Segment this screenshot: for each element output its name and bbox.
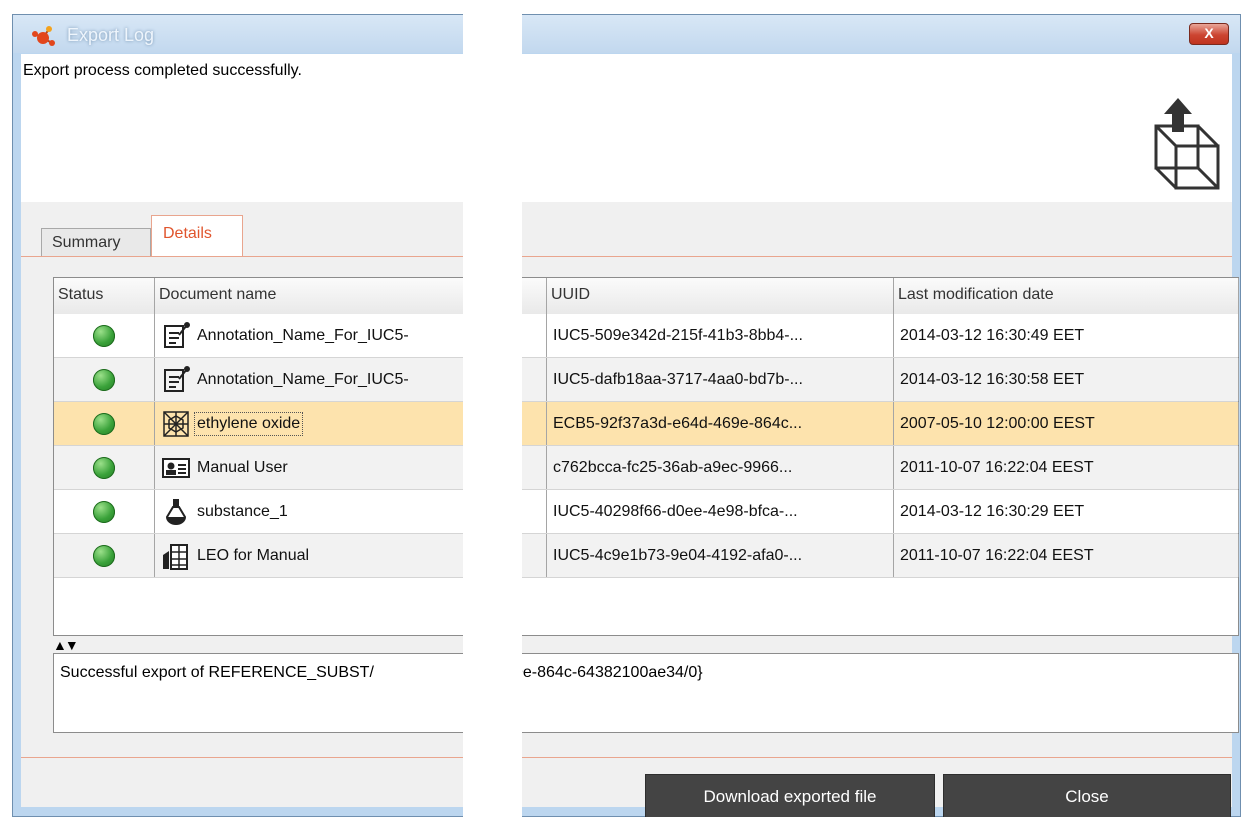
header-panel: Export process completed successfully.	[522, 54, 1232, 202]
status-cell	[54, 358, 155, 401]
last-modification-date-cell: 2011-10-07 16:22:04 EEST	[894, 534, 1239, 577]
success-check-icon	[93, 324, 115, 347]
document-name-cell: Manual User	[155, 446, 463, 489]
export-log-dialog: Export Log X Export process completed su…	[522, 14, 1241, 817]
right-screen-fragment: Export Log X Export process completed su…	[522, 14, 1241, 817]
export-log-message: Successful export of REFERENCE_SUBST/9e-…	[53, 653, 463, 733]
status-cell	[54, 490, 155, 533]
contact-card-icon	[162, 457, 190, 478]
document-name-cell: ethylene oxide	[522, 402, 547, 445]
download-exported-file-button[interactable]: Download exported file	[645, 774, 935, 817]
uuid-cell: IUC5-dafb18aa-3717-4aa0-bd7b-...	[547, 358, 894, 401]
column-header-uuid[interactable]: UUID	[547, 278, 894, 314]
last-modification-date-cell: 2007-05-10 12:00:00 EEST	[894, 402, 1239, 445]
status-cell	[54, 314, 155, 357]
table-row[interactable]: Manual User c762bcca-fc25-36ab-a9ec-9966…	[54, 446, 463, 490]
table-row[interactable]: ethylene oxide ECB5-92f37a3d-e64d-469e-8…	[522, 402, 1239, 446]
table-row[interactable]: ethylene oxide ECB5-92f37a3d-e64d-469e-8…	[54, 402, 463, 446]
header-panel: Export process completed successfully.	[21, 54, 463, 202]
document-name: Annotation_Name_For_IUC5-	[197, 370, 409, 388]
last-modification-date-cell: 2014-03-12 16:30:58 EET	[894, 358, 1239, 401]
uuid-cell: ECB5-92f37a3d-e64d-469e-864c...	[547, 402, 894, 445]
uuid-cell: IUC5-509e342d-215f-41b3-8bb4-...	[547, 314, 894, 357]
column-header-document-name[interactable]: Document name	[155, 278, 463, 314]
window-title: Export Log	[67, 25, 155, 45]
last-modification-date-cell: 2011-10-07 16:22:04 EEST	[894, 446, 1239, 489]
table-row[interactable]: substance_1 IUC5-40298f66-d0ee-4e98-bfca…	[54, 490, 463, 534]
document-name-cell: substance_1	[522, 490, 547, 533]
export-details-table: Status Document name UUID Last modificat…	[53, 277, 463, 636]
molecule-icon	[32, 26, 55, 46]
uuid-cell: IUC5-40298f66-d0ee-4e98-bfca-...	[547, 490, 894, 533]
tab-summary[interactable]: Summary	[41, 228, 151, 256]
annotation-icon	[164, 321, 190, 348]
last-modification-date-cell: 2014-03-12 16:30:49 EET	[894, 314, 1239, 357]
window-frame: Export Log X Export process completed su…	[522, 14, 1241, 817]
success-check-icon	[93, 412, 115, 435]
document-name-cell: Annotation_Name_For_IUC5-	[522, 358, 547, 401]
document-name-cell: Annotation_Name_For_IUC5-	[522, 314, 547, 357]
status-cell	[54, 446, 155, 489]
table-row[interactable]: Annotation_Name_For_IUC5- IUC5-dafb18aa-…	[54, 358, 463, 402]
title-bar[interactable]: Export Log X	[13, 15, 463, 53]
table-header: Status Document name UUID Last modificat…	[522, 278, 1239, 315]
success-check-icon	[93, 456, 115, 479]
status-cell	[54, 402, 155, 445]
uuid-cell: c762bcca-fc25-36ab-a9ec-9966...	[547, 446, 894, 489]
splitter-arrows[interactable]: ▲▼	[53, 637, 79, 653]
document-name: Annotation_Name_For_IUC5-	[197, 326, 409, 344]
column-header-status[interactable]: Status	[54, 278, 155, 314]
export-log-dialog: Export Log X Export process completed su…	[12, 14, 463, 817]
document-name-cell: Annotation_Name_For_IUC5-	[155, 358, 463, 401]
log-text-right: 9e-864c-64382100ae34/0}	[522, 664, 703, 681]
column-header-document-name[interactable]: Document name	[522, 278, 547, 314]
table-header: Status Document name UUID Last modificat…	[54, 278, 463, 315]
details-panel: Status Document name UUID Last modificat…	[21, 256, 463, 758]
document-name: Manual User	[197, 458, 288, 476]
success-check-icon	[93, 544, 115, 567]
log-text-left: Successful export of REFERENCE_SUBST/	[60, 664, 374, 681]
success-check-icon	[93, 368, 115, 391]
table-row[interactable]: LEO for Manual IUC5-4c9e1b73-9e04-4192-a…	[522, 534, 1239, 578]
table-row[interactable]: LEO for Manual IUC5-4c9e1b73-9e04-4192-a…	[54, 534, 463, 578]
document-name: substance_1	[197, 502, 288, 520]
dialog-client-area: Export process completed successfully. S…	[21, 54, 463, 807]
window-frame: Export Log X Export process completed su…	[12, 14, 463, 817]
document-name: ethylene oxide	[193, 411, 304, 436]
export-box-icon	[1154, 98, 1220, 190]
details-panel: Status Document name UUID Last modificat…	[522, 256, 1239, 758]
last-modification-date-cell: 2014-03-12 16:30:29 EET	[894, 490, 1239, 533]
annotation-icon	[164, 365, 190, 392]
close-button[interactable]: Close	[943, 774, 1231, 817]
table-row[interactable]: Annotation_Name_For_IUC5- IUC5-dafb18aa-…	[522, 358, 1239, 402]
export-log-message: Successful export of REFERENCE_SUBST/9e-…	[522, 653, 1239, 733]
export-details-table: Status Document name UUID Last modificat…	[522, 277, 1239, 636]
success-check-icon	[93, 500, 115, 523]
building-icon	[163, 543, 188, 570]
document-name-cell: Manual User	[522, 446, 547, 489]
table-row[interactable]: Manual User c762bcca-fc25-36ab-a9ec-9966…	[522, 446, 1239, 490]
reference-substance-icon	[163, 410, 189, 437]
document-name-cell: LEO for Manual	[155, 534, 463, 577]
document-name: LEO for Manual	[197, 546, 310, 564]
tab-details[interactable]: Details	[151, 215, 243, 257]
status-cell	[54, 534, 155, 577]
status-message: Export process completed successfully.	[23, 62, 302, 79]
table-row[interactable]: substance_1 IUC5-40298f66-d0ee-4e98-bfca…	[522, 490, 1239, 534]
column-header-last-modification-date[interactable]: Last modification date	[894, 278, 1239, 314]
document-name-cell: Annotation_Name_For_IUC5-	[155, 314, 463, 357]
close-window-button[interactable]: X	[1189, 23, 1229, 45]
document-name-cell: substance_1	[155, 490, 463, 533]
document-name-cell: ethylene oxide	[155, 402, 463, 445]
dialog-client-area: Export process completed successfully. S…	[522, 54, 1239, 817]
document-name-cell: LEO for Manual	[522, 534, 547, 577]
table-row[interactable]: Annotation_Name_For_IUC5- IUC5-509e342d-…	[54, 314, 463, 358]
title-bar[interactable]: Export Log X	[522, 15, 1240, 53]
left-screen-fragment: Export Log X Export process completed su…	[12, 14, 463, 817]
uuid-cell: IUC5-4c9e1b73-9e04-4192-afa0-...	[547, 534, 894, 577]
flask-icon	[165, 498, 187, 525]
table-row[interactable]: Annotation_Name_For_IUC5- IUC5-509e342d-…	[522, 314, 1239, 358]
